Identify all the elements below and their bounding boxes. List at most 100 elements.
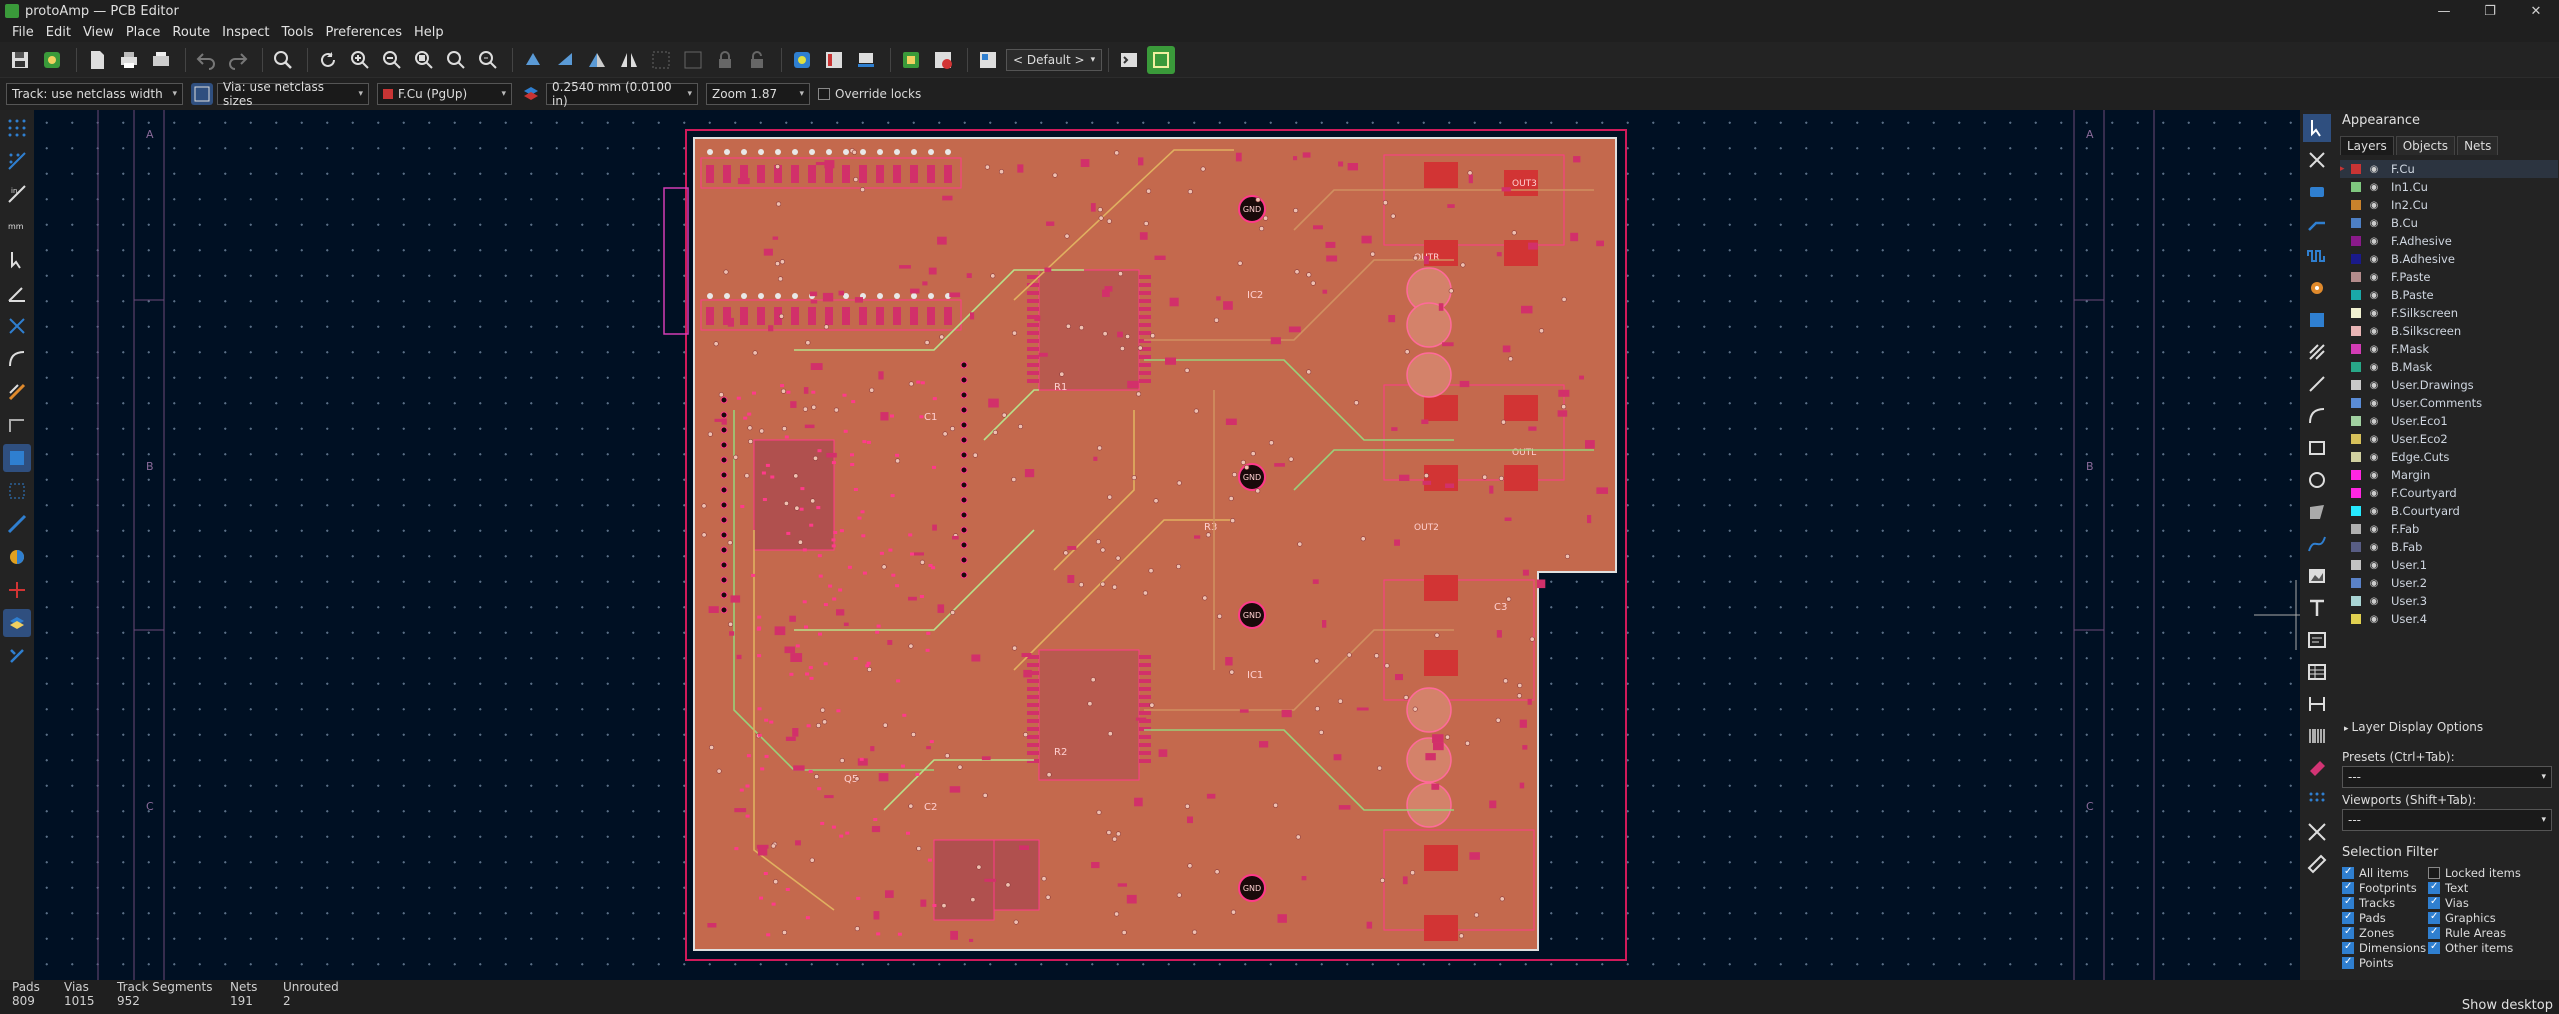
filter-item[interactable]: Footprints (2342, 880, 2428, 895)
layer-color-swatch[interactable] (2351, 416, 2361, 426)
layer-color-swatch[interactable] (2351, 362, 2361, 372)
filter-item[interactable]: Zones (2342, 925, 2428, 940)
draw-circle-icon[interactable] (2303, 466, 2331, 494)
add-zone-icon[interactable] (2303, 306, 2331, 334)
tab-nets[interactable]: Nets (2457, 136, 2499, 155)
lock-icon[interactable] (711, 46, 739, 74)
layer-row[interactable]: ◉ User.3 (2340, 592, 2558, 610)
layer-select[interactable]: F.Cu (PgUp) ▾ (377, 83, 512, 105)
add-dimension-icon[interactable] (2303, 690, 2331, 718)
layer-color-swatch[interactable] (2351, 614, 2361, 624)
visibility-eye-icon[interactable]: ◉ (2367, 398, 2381, 409)
layer-color-swatch[interactable] (2351, 164, 2361, 174)
polar-grid-icon[interactable] (3, 147, 31, 175)
layer-row[interactable]: ◉ User.Eco1 (2340, 412, 2558, 430)
layer-color-swatch[interactable] (2351, 200, 2361, 210)
layer-row[interactable]: ◉ Edge.Cuts (2340, 448, 2558, 466)
undo-icon[interactable] (192, 46, 220, 74)
board-setup-icon[interactable] (38, 46, 66, 74)
add-textbox-icon[interactable] (2303, 626, 2331, 654)
layer-color-swatch[interactable] (2351, 254, 2361, 264)
layer-color-swatch[interactable] (2351, 272, 2361, 282)
visibility-eye-icon[interactable]: ◉ (2367, 596, 2381, 607)
layer-color-swatch[interactable] (2351, 380, 2361, 390)
track-sketch-icon[interactable] (3, 510, 31, 538)
layer-row[interactable]: ▸ ◉ F.Cu (2340, 160, 2558, 178)
measure-icon[interactable] (2303, 850, 2331, 878)
filter-item[interactable]: Locked items (2428, 865, 2538, 880)
show-desktop-button[interactable]: Show desktop (2462, 998, 2553, 1013)
layer-color-swatch[interactable] (2351, 290, 2361, 300)
drill-origin-icon[interactable] (2303, 818, 2331, 846)
via-size-select[interactable]: Via: use netclass sizes ▾ (217, 80, 369, 108)
visibility-eye-icon[interactable]: ◉ (2367, 326, 2381, 337)
tune-length-icon[interactable] (2303, 242, 2331, 270)
layer-color-swatch[interactable] (2351, 398, 2361, 408)
visibility-eye-icon[interactable]: ◉ (2367, 578, 2381, 589)
netlist-icon[interactable] (788, 46, 816, 74)
draw-line-icon[interactable] (2303, 370, 2331, 398)
visibility-eye-icon[interactable]: ◉ (2367, 416, 2381, 427)
mirror-icon[interactable] (615, 46, 643, 74)
track-width-select[interactable]: Track: use netclass width ▾ (6, 83, 183, 105)
pcb-3d-icon[interactable] (1147, 45, 1176, 74)
visibility-eye-icon[interactable]: ◉ (2367, 452, 2381, 463)
filter-item[interactable]: Text (2428, 880, 2538, 895)
visibility-eye-icon[interactable]: ◉ (2367, 254, 2381, 265)
save-icon[interactable] (6, 46, 34, 74)
layer-color-swatch[interactable] (2351, 218, 2361, 228)
visibility-eye-icon[interactable]: ◉ (2367, 434, 2381, 445)
filter-checkbox[interactable] (2428, 941, 2440, 954)
viewports-select[interactable]: --- ▾ (2342, 809, 2552, 831)
visibility-eye-icon[interactable]: ◉ (2367, 524, 2381, 535)
add-text-icon[interactable] (2303, 594, 2331, 622)
visibility-eye-icon[interactable]: ◉ (2367, 380, 2381, 391)
cursor-icon[interactable] (3, 246, 31, 274)
filter-checkbox[interactable] (2342, 896, 2354, 909)
pad-sketch-icon[interactable] (3, 444, 31, 472)
layer-row[interactable]: ◉ User.2 (2340, 574, 2558, 592)
filter-checkbox[interactable] (2342, 911, 2354, 924)
layer-row[interactable]: ◉ F.Adhesive (2340, 232, 2558, 250)
ratsnest-icon[interactable] (3, 312, 31, 340)
filter-item[interactable]: Rule Areas (2428, 925, 2538, 940)
filter-item[interactable]: Other items (2428, 940, 2538, 955)
filter-checkbox[interactable] (2342, 941, 2354, 954)
layer-display-options[interactable]: ▸ Layer Display Options (2344, 720, 2483, 734)
visibility-eye-icon[interactable]: ◉ (2367, 506, 2381, 517)
draw-rectangle-icon[interactable] (2303, 434, 2331, 462)
grid-dots-icon[interactable] (3, 114, 31, 142)
menu-file[interactable]: File (6, 25, 40, 40)
group-icon[interactable] (647, 46, 675, 74)
layer-color-swatch[interactable] (2351, 452, 2361, 462)
zoom-out-icon[interactable] (378, 46, 406, 74)
net-highlight-icon[interactable] (3, 576, 31, 604)
zoom-selection-icon[interactable] (474, 46, 502, 74)
rotate-cw-icon[interactable] (551, 46, 579, 74)
layer-color-swatch[interactable] (2351, 470, 2361, 480)
visibility-eye-icon[interactable]: ◉ (2367, 542, 2381, 553)
maximize-button[interactable]: ❐ (2467, 0, 2513, 22)
filter-checkbox[interactable] (2342, 866, 2354, 879)
layer-color-swatch[interactable] (2351, 506, 2361, 516)
auto-track-width-icon[interactable] (191, 83, 213, 105)
filter-item[interactable]: Dimensions (2342, 940, 2428, 955)
refresh-icon[interactable] (314, 46, 342, 74)
layer-row[interactable]: ◉ User.Eco2 (2340, 430, 2558, 448)
add-rule-area-icon[interactable] (2303, 338, 2331, 366)
close-button[interactable]: ✕ (2513, 0, 2559, 22)
filter-checkbox[interactable] (2428, 866, 2440, 879)
visibility-eye-icon[interactable]: ◉ (2367, 218, 2381, 229)
drc-icon[interactable] (929, 46, 957, 74)
rotate-ccw-icon[interactable] (519, 46, 547, 74)
pcb-canvas[interactable]: A B C A B C OUT3 OUTL OUT2 GND GND GND G… (34, 110, 2300, 980)
visibility-eye-icon[interactable]: ◉ (2367, 488, 2381, 499)
layer-row[interactable]: ◉ B.Cu (2340, 214, 2558, 232)
minimize-button[interactable]: — (2421, 0, 2467, 22)
visibility-eye-icon[interactable]: ◉ (2367, 182, 2381, 193)
print-icon[interactable] (115, 46, 143, 74)
layer-color-swatch[interactable] (2351, 596, 2361, 606)
layer-row[interactable]: ◉ B.Courtyard (2340, 502, 2558, 520)
layer-row[interactable]: ◉ F.Paste (2340, 268, 2558, 286)
menu-preferences[interactable]: Preferences (320, 25, 408, 40)
